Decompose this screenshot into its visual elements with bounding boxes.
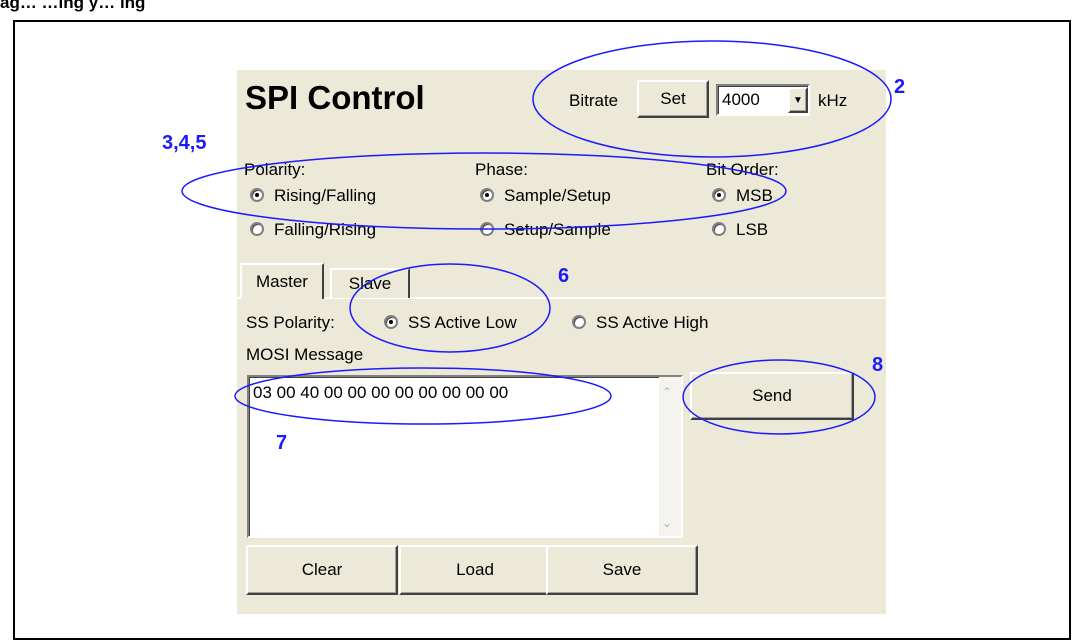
ss-polarity-label: SS Polarity: — [246, 313, 335, 332]
mosi-message-label: MOSI Message — [246, 345, 364, 364]
bitrate-label: Bitrate — [569, 91, 619, 110]
ss-polarity-option-label: SS Active Low — [408, 313, 517, 332]
send-button[interactable]: Send — [690, 372, 854, 420]
figure-caption: ag… …ing y… ing — [0, 0, 146, 12]
tab-slave[interactable]: Slave — [330, 268, 410, 298]
polarity-option-label: Rising/Falling — [274, 186, 377, 205]
phase-header: Phase: — [475, 160, 528, 179]
polarity-header: Polarity: — [244, 160, 306, 179]
scroll-down-icon[interactable]: ⌄ — [662, 516, 672, 530]
load-button[interactable]: Load — [399, 545, 551, 595]
clear-button[interactable]: Clear — [246, 545, 398, 595]
bitrate-select[interactable]: 4000 ▼ — [716, 84, 810, 116]
set-bitrate-button[interactable]: Set — [637, 80, 709, 118]
phase-option-label: Sample/Setup — [504, 186, 611, 205]
annotation-label: 2 — [894, 76, 906, 98]
bitrate-value: 4000 — [722, 90, 760, 109]
annotation-label: 8 — [872, 354, 884, 376]
ss-active-low-radio[interactable] — [384, 315, 398, 329]
annotation-label: 7 — [276, 432, 288, 454]
polarity-option-label: Falling/Rising — [274, 220, 377, 239]
annotation-label: 3,4,5 — [162, 132, 207, 154]
ss-polarity-option-label: SS Active High — [596, 313, 709, 332]
phase-setup-sample-radio[interactable] — [480, 222, 494, 236]
bitrate-unit: kHz — [818, 91, 848, 110]
textarea-scrollbar[interactable]: ⌃ ⌄ — [659, 377, 681, 536]
phase-option-label: Setup/Sample — [504, 220, 611, 239]
polarity-rising-falling-radio[interactable] — [250, 188, 264, 202]
tab-master[interactable]: Master — [240, 263, 324, 299]
bit-order-option-label: LSB — [736, 220, 769, 239]
polarity-falling-rising-radio[interactable] — [250, 222, 264, 236]
bit-order-msb-radio[interactable] — [712, 188, 726, 202]
ss-active-high-radio[interactable] — [572, 315, 586, 329]
app-title: SPI Control — [245, 79, 425, 116]
save-button[interactable]: Save — [546, 545, 698, 595]
annotation-label: 6 — [558, 265, 570, 287]
bit-order-option-label: MSB — [736, 186, 773, 205]
bit-order-lsb-radio[interactable] — [712, 222, 726, 236]
phase-sample-setup-radio[interactable] — [480, 188, 494, 202]
mosi-message-textarea[interactable]: 03 00 40 00 00 00 00 00 00 00 00 ⌃ ⌄ — [247, 375, 683, 538]
mosi-message-text: 03 00 40 00 00 00 00 00 00 00 00 — [253, 383, 509, 402]
scroll-up-icon[interactable]: ⌃ — [662, 385, 672, 399]
chevron-down-icon[interactable]: ▼ — [788, 87, 808, 113]
bit-order-header: Bit Order: — [706, 160, 779, 179]
